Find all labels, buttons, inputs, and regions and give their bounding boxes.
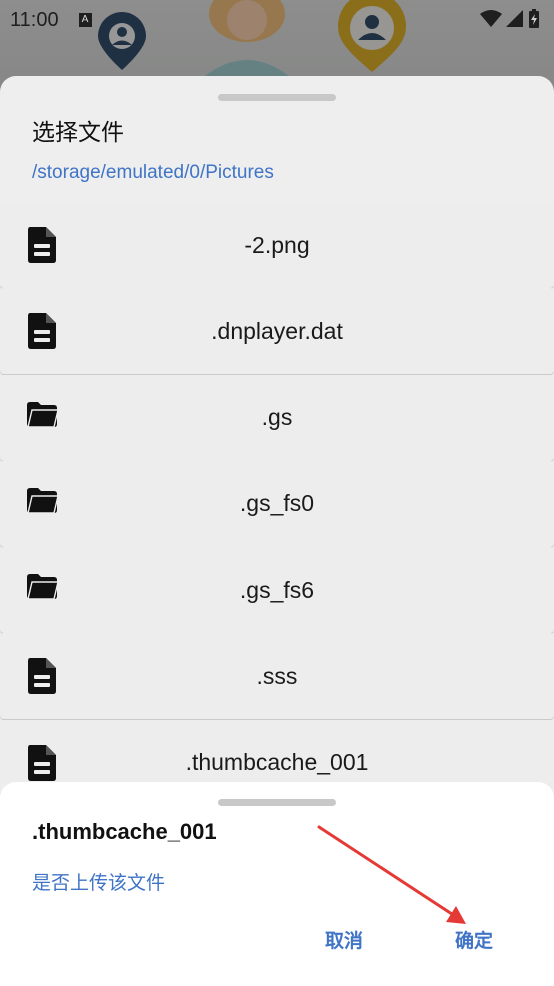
file-name: -2.png: [244, 231, 310, 258]
drag-handle[interactable]: [218, 94, 336, 101]
folder-icon: [26, 481, 59, 519]
file-name: .dnplayer.dat: [211, 317, 343, 344]
a-notification-icon: A: [78, 13, 92, 27]
file-row[interactable]: -2.png: [0, 202, 554, 288]
status-time: 11:00: [10, 8, 59, 31]
upload-confirm-dialog: .thumbcache_001 是否上传该文件 取消 确定: [0, 782, 554, 986]
wifi-icon: [480, 10, 502, 27]
folder-row[interactable]: .gs_fs0: [0, 460, 554, 547]
file-name: .gs: [261, 404, 293, 431]
status-bar: 11:00 A: [0, 0, 554, 40]
dialog-drag-handle[interactable]: [218, 799, 336, 806]
file-icon: [26, 312, 58, 350]
file-name: .gs_fs6: [239, 576, 315, 603]
picker-title: 选择文件: [32, 120, 124, 146]
dialog-title: .thumbcache_001: [32, 819, 217, 844]
confirm-button[interactable]: 确定: [455, 926, 493, 953]
current-path: /storage/emulated/0/Pictures: [32, 162, 274, 183]
folder-row[interactable]: .gs_fs6: [0, 547, 554, 634]
file-icon: [26, 226, 58, 264]
signal-icon: [506, 10, 523, 27]
file-name: .gs_fs0: [239, 490, 315, 517]
folder-icon: [26, 395, 59, 433]
folder-icon: [26, 567, 59, 605]
file-list: -2.png .dnplayer.dat .gs .gs_fs0 .gs_fs6…: [0, 202, 554, 806]
folder-row[interactable]: .gs: [0, 374, 554, 461]
dialog-message: 是否上传该文件: [32, 872, 166, 894]
battery-icon: [529, 9, 539, 28]
file-row[interactable]: .sss: [0, 633, 554, 720]
cancel-button[interactable]: 取消: [325, 926, 363, 953]
file-icon: [26, 657, 58, 695]
file-name: .sss: [256, 662, 298, 689]
file-icon: [26, 744, 58, 782]
file-row[interactable]: .dnplayer.dat: [0, 288, 554, 375]
